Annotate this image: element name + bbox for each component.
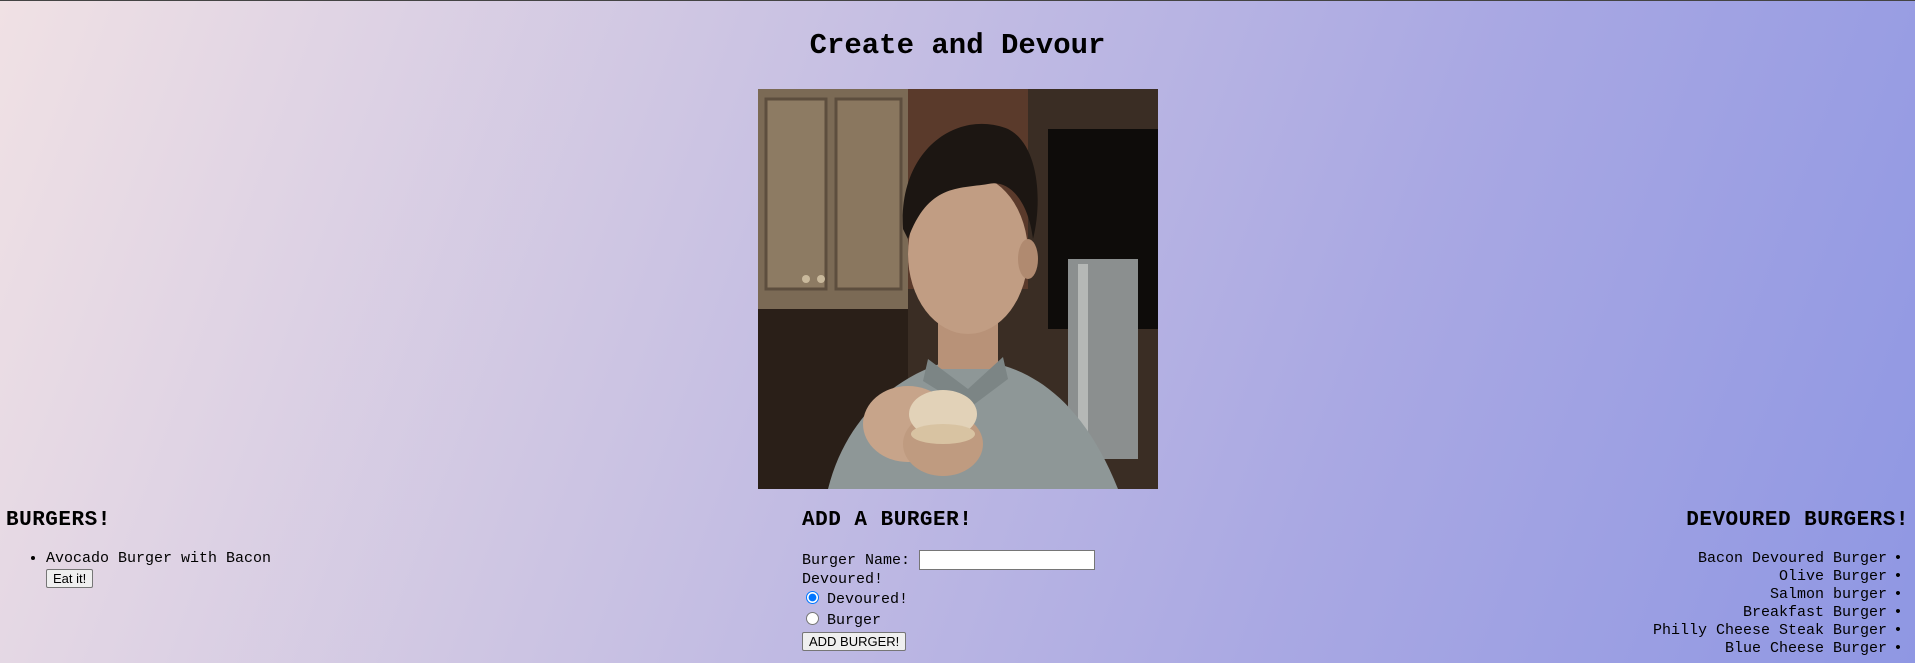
list-item: Philly Cheese Steak Burger •: [1309, 622, 1909, 640]
bullet-icon: •: [1893, 550, 1903, 567]
radio-devoured-row: Devoured!: [802, 589, 1202, 610]
devoured-burger-name: Breakfast Burger: [1742, 604, 1887, 621]
burger-name: Avocado Burger with Bacon: [46, 550, 272, 567]
burger-list: Avocado Burger with Bacon Eat it!: [6, 550, 606, 589]
list-item: Bacon Devoured Burger •: [1309, 550, 1909, 568]
devoured-radio-label: Devoured!: [827, 591, 909, 608]
devoured-burger-name: Salmon burger: [1769, 586, 1887, 603]
devoured-burger-name: Blue Cheese Burger: [1724, 640, 1887, 657]
list-item: Blue Cheese Burger •: [1309, 640, 1909, 658]
list-item: Olive Burger •: [1309, 568, 1909, 586]
add-burger-heading: ADD A BURGER!: [802, 509, 973, 532]
devoured-label: Devoured!: [802, 571, 884, 588]
devoured-heading: DEVOURED BURGERS!: [1686, 509, 1909, 532]
radio-burger-row: Burger: [802, 610, 1202, 631]
devoured-burger-name: Philly Cheese Steak Burger: [1652, 622, 1887, 639]
bullet-icon: •: [1893, 622, 1903, 639]
devoured-burgers-section: DEVOURED BURGERS! Bacon Devoured Burger •…: [1309, 509, 1909, 658]
list-item: Breakfast Burger •: [1309, 604, 1909, 622]
page-title: Create and Devour: [809, 29, 1106, 62]
add-burger-button[interactable]: ADD BURGER!: [802, 632, 907, 651]
eat-it-button[interactable]: Eat it!: [46, 569, 94, 588]
bullet-icon: •: [1893, 604, 1903, 621]
list-item: Avocado Burger with Bacon Eat it!: [46, 550, 606, 589]
devoured-burger-name: Bacon Devoured Burger: [1697, 550, 1887, 567]
burger-name-input[interactable]: [919, 550, 1096, 570]
burger-radio-label: Burger: [827, 612, 882, 629]
burger-radio[interactable]: [806, 612, 819, 625]
burgers-heading: BURGERS!: [6, 509, 111, 532]
bullet-icon: •: [1893, 586, 1903, 603]
hero-image: [758, 89, 1158, 489]
list-item: Salmon burger •: [1309, 586, 1909, 604]
devoured-list: Bacon Devoured Burger • Olive Burger • Sal…: [1309, 550, 1909, 658]
devoured-burger-name: Olive Burger: [1778, 568, 1887, 585]
burgers-section: BURGERS! Avocado Burger with Bacon Eat i…: [6, 509, 606, 589]
add-burger-section: ADD A BURGER! Burger Name: Devoured! Dev…: [802, 509, 1202, 651]
devoured-radio[interactable]: [806, 591, 819, 604]
burger-name-row: Burger Name:: [802, 550, 1202, 570]
bullet-icon: •: [1893, 568, 1903, 585]
burger-name-label: Burger Name:: [802, 551, 911, 569]
bullet-icon: •: [1893, 640, 1903, 657]
